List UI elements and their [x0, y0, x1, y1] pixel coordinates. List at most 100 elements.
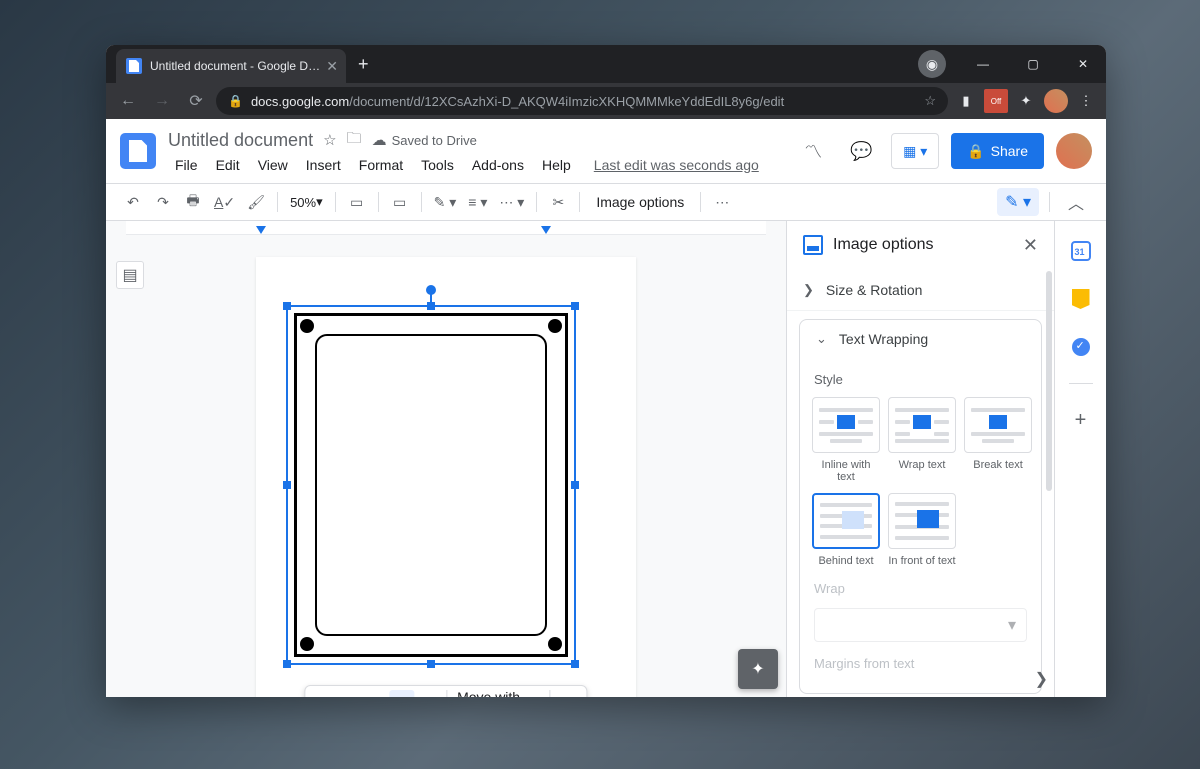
- zoom-select[interactable]: 50% ▾: [286, 189, 327, 215]
- view-menu[interactable]: View: [251, 155, 295, 175]
- close-tab-icon[interactable]: ✕: [326, 58, 338, 75]
- text-wrapping-header[interactable]: ⌄ Text Wrapping: [800, 320, 1041, 358]
- document-canvas[interactable]: ▤: [106, 221, 786, 697]
- size-rotation-panel[interactable]: ❯ Size & Rotation: [787, 269, 1054, 311]
- move-icon[interactable]: 🗀: [347, 128, 362, 153]
- resize-handle-rm[interactable]: [571, 481, 579, 489]
- resize-handle-tr[interactable]: [571, 302, 579, 310]
- editing-mode-button[interactable]: ✎ ▾: [997, 188, 1039, 216]
- crop-button[interactable]: ✂: [545, 189, 571, 215]
- address-bar[interactable]: 🔒 docs.google.com/document/d/12XCsAzhXi-…: [216, 87, 948, 115]
- refresh-button[interactable]: ⟳: [182, 87, 210, 115]
- print-button[interactable]: 🖶: [180, 189, 206, 215]
- border-color-button[interactable]: ▭: [387, 189, 413, 215]
- resize-handle-br[interactable]: [571, 660, 579, 668]
- addons-menu[interactable]: Add-ons: [465, 155, 531, 175]
- keep-rail-button[interactable]: [1063, 281, 1099, 317]
- chrome-avatar[interactable]: [1044, 89, 1068, 113]
- extension-icon-2[interactable]: Off: [984, 89, 1008, 113]
- present-button[interactable]: ▦ ▾: [891, 133, 939, 169]
- rotate-handle[interactable]: [426, 285, 436, 295]
- chevron-down-icon: ⌄: [816, 331, 827, 347]
- sidebar-scrollbar[interactable]: [1046, 271, 1052, 689]
- style-break-button[interactable]: [964, 397, 1032, 453]
- resize-handle-tm[interactable]: [427, 302, 435, 310]
- more-button[interactable]: ⋯: [709, 189, 735, 215]
- share-button[interactable]: 🔒Share: [951, 133, 1044, 169]
- horizontal-ruler[interactable]: [126, 221, 766, 235]
- sidebar-body[interactable]: ❯ Size & Rotation ⌄ Text Wrapping Style: [787, 269, 1054, 697]
- ruler-right-indent[interactable]: [541, 226, 551, 234]
- style-behind-button[interactable]: [812, 493, 880, 549]
- account-avatar[interactable]: [1056, 133, 1092, 169]
- front-text-button[interactable]: [416, 690, 440, 697]
- border-weight-button[interactable]: ✎ ▾: [430, 189, 461, 215]
- wrap-select[interactable]: ▾: [814, 608, 1027, 642]
- sidebar-expand-button[interactable]: ❯: [1035, 669, 1048, 689]
- menu-bar: File Edit View Insert Format Tools Add-o…: [168, 155, 759, 175]
- image-options-button[interactable]: Image options: [588, 194, 692, 210]
- style-inline-button[interactable]: [812, 397, 880, 453]
- bookmark-star-icon[interactable]: ☆: [924, 93, 936, 109]
- selected-image[interactable]: [286, 305, 576, 665]
- style-inline-label: Inline with text: [812, 459, 880, 483]
- inline-wrap-button[interactable]: [311, 690, 335, 697]
- extension-icon-1[interactable]: ▮: [954, 89, 978, 113]
- comments-icon[interactable]: 💬: [843, 133, 879, 169]
- undo-button[interactable]: ↶: [120, 189, 146, 215]
- close-window-button[interactable]: ✕: [1060, 45, 1106, 83]
- document-title[interactable]: Untitled document: [168, 130, 313, 151]
- outline-toggle-button[interactable]: ▤: [116, 261, 144, 289]
- chrome-menu-icon[interactable]: ⋮: [1074, 89, 1098, 113]
- explore-button[interactable]: ✦: [738, 649, 778, 689]
- format-menu[interactable]: Format: [352, 155, 410, 175]
- browser-tab[interactable]: Untitled document - Google Docs ✕: [116, 49, 346, 83]
- paint-format-button[interactable]: 🖌: [243, 189, 269, 215]
- replace-image-button[interactable]: ▭: [344, 189, 370, 215]
- break-text-button[interactable]: [364, 690, 388, 697]
- move-with-text-select[interactable]: Move with text▾: [446, 690, 550, 697]
- resize-handle-bm[interactable]: [427, 660, 435, 668]
- border-style-button[interactable]: ⋯ ▾: [495, 189, 528, 215]
- help-menu[interactable]: Help: [535, 155, 578, 175]
- collapse-toolbar-button[interactable]: ︿: [1060, 186, 1092, 218]
- resize-handle-bl[interactable]: [283, 660, 291, 668]
- redo-button[interactable]: ↷: [150, 189, 176, 215]
- file-menu[interactable]: File: [168, 155, 205, 175]
- resize-handle-lm[interactable]: [283, 481, 291, 489]
- calendar-rail-button[interactable]: [1063, 233, 1099, 269]
- border-dash-button[interactable]: ≡ ▾: [464, 189, 491, 215]
- spellcheck-button[interactable]: A✓: [210, 189, 239, 215]
- incognito-icon[interactable]: ◉: [918, 50, 946, 78]
- maximize-window-button[interactable]: ▢: [1010, 45, 1056, 83]
- activity-icon[interactable]: 〽: [795, 133, 831, 169]
- image-toolbar-more-button[interactable]: ⋮: [557, 690, 581, 697]
- edit-menu[interactable]: Edit: [209, 155, 247, 175]
- docs-logo-icon[interactable]: [120, 133, 156, 169]
- style-front-button[interactable]: [888, 493, 956, 549]
- forward-button[interactable]: →: [148, 87, 176, 115]
- star-icon[interactable]: ☆: [323, 131, 336, 149]
- add-addon-rail-button[interactable]: +: [1063, 402, 1099, 438]
- new-tab-button[interactable]: +: [358, 54, 369, 75]
- insert-menu[interactable]: Insert: [299, 155, 348, 175]
- tasks-rail-button[interactable]: [1063, 329, 1099, 365]
- style-wrap-button[interactable]: [888, 397, 956, 453]
- wrap-text-button[interactable]: [338, 690, 362, 697]
- extensions-button[interactable]: ✦: [1014, 89, 1038, 113]
- last-edit-link[interactable]: Last edit was seconds ago: [594, 157, 759, 173]
- corner-dot-icon: [300, 319, 314, 333]
- ruler-left-indent[interactable]: [256, 226, 266, 234]
- main-area: ▤: [106, 221, 1106, 697]
- saved-to-drive-status[interactable]: Saved to Drive: [372, 131, 477, 149]
- document-page: Move with text▾ ⋮: [256, 257, 636, 697]
- image-icon: [803, 235, 823, 255]
- behind-text-button[interactable]: [390, 690, 414, 697]
- tools-menu[interactable]: Tools: [414, 155, 461, 175]
- style-behind-label: Behind text: [818, 555, 873, 567]
- close-sidebar-button[interactable]: ✕: [1023, 235, 1038, 256]
- minimize-window-button[interactable]: —: [960, 45, 1006, 83]
- url-domain: docs.google.com: [251, 94, 349, 109]
- resize-handle-tl[interactable]: [283, 302, 291, 310]
- back-button[interactable]: ←: [114, 87, 142, 115]
